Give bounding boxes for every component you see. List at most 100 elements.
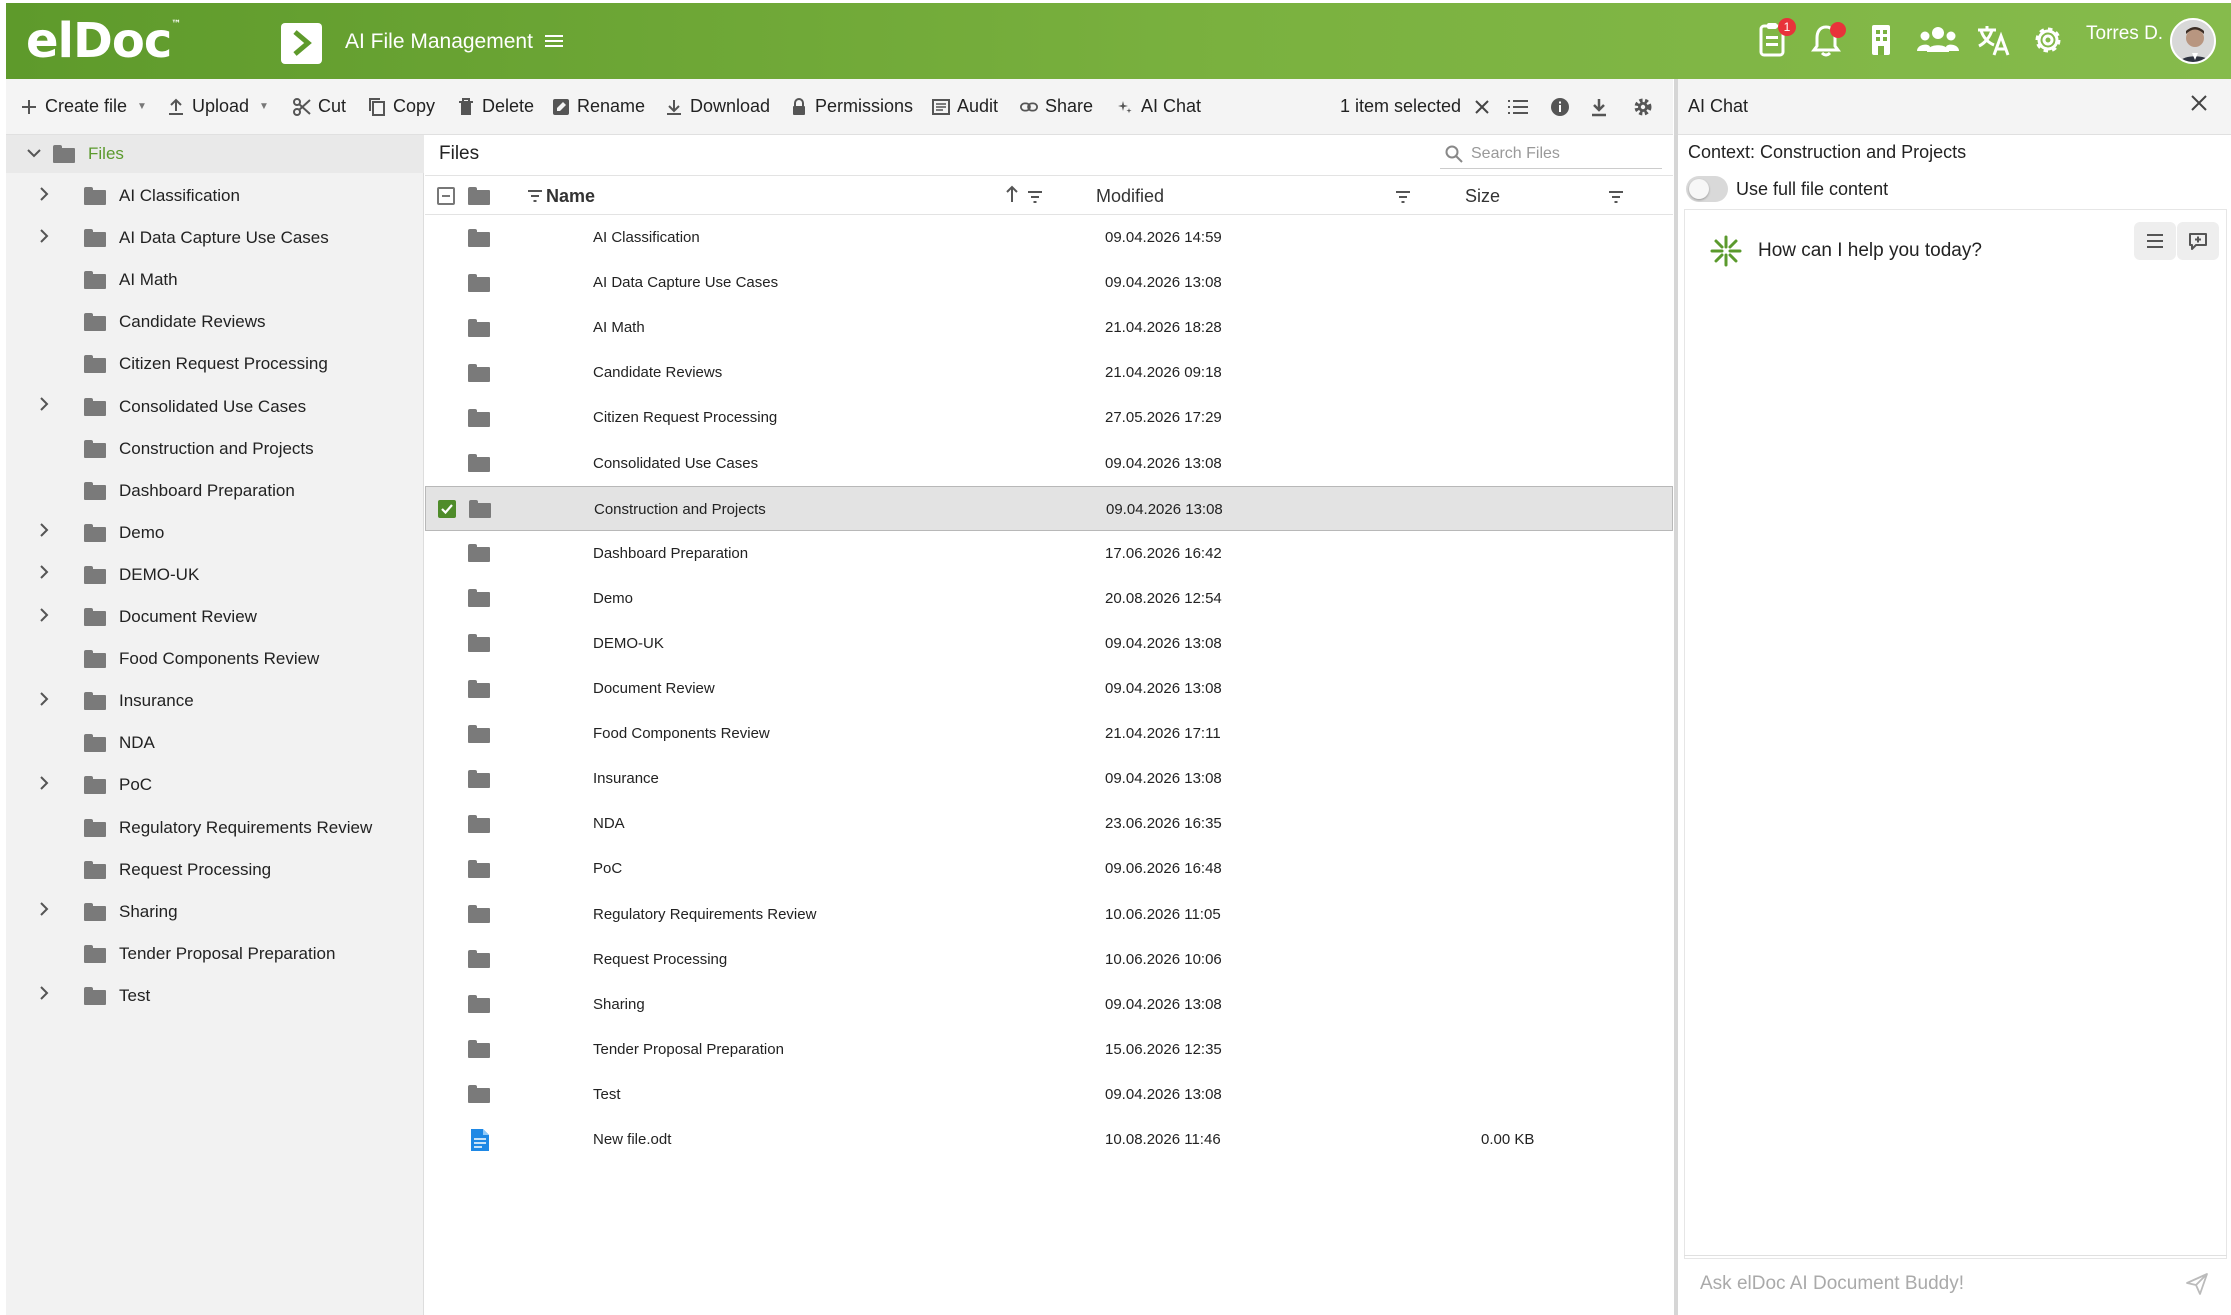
tree-item[interactable]: Dashboard Preparation [6, 470, 424, 512]
chevron-down-icon[interactable] [24, 145, 44, 163]
new-chat-button[interactable] [2177, 222, 2219, 260]
tree-item[interactable]: Request Processing [6, 849, 424, 891]
table-row[interactable]: Construction and Projects 09.04.2026 13:0… [425, 485, 1673, 532]
table-row[interactable]: Regulatory Requirements Review 10.06.2026… [425, 892, 1673, 937]
organization-button[interactable] [1863, 21, 1901, 59]
file-name[interactable]: Document Review [593, 666, 715, 711]
file-name[interactable]: Tender Proposal Preparation [593, 1027, 784, 1072]
table-row[interactable]: Sharing 09.04.2026 13:08 [425, 982, 1673, 1027]
tree-item[interactable]: Regulatory Requirements Review [6, 807, 424, 849]
type-column-header[interactable] [468, 176, 490, 216]
table-row[interactable]: AI Classification 09.04.2026 14:59 [425, 215, 1673, 260]
settings-button[interactable] [2030, 21, 2068, 59]
size-column-header[interactable]: Size [1465, 176, 1500, 216]
table-row[interactable]: Food Components Review 21.04.2026 17:11 [425, 711, 1673, 756]
tree-item[interactable]: Food Components Review [6, 638, 424, 680]
ai-chat-button[interactable]: AI Chat [1116, 79, 1201, 134]
file-name[interactable]: Dashboard Preparation [593, 531, 748, 576]
file-name[interactable]: Sharing [593, 982, 645, 1027]
table-row[interactable]: Dashboard Preparation 17.06.2026 16:42 [425, 531, 1673, 576]
chat-history-button[interactable] [2134, 222, 2176, 260]
clear-selection-button[interactable] [1474, 79, 1490, 134]
name-column-header[interactable]: Name [528, 176, 595, 216]
file-name[interactable]: Food Components Review [593, 711, 770, 756]
file-name[interactable]: AI Data Capture Use Cases [593, 260, 778, 305]
table-row[interactable]: Citizen Request Processing 27.05.2026 17:… [425, 395, 1673, 440]
tree-item[interactable]: Citizen Request Processing [6, 343, 424, 385]
download-button[interactable]: Download [665, 79, 770, 134]
tree-item[interactable]: Construction and Projects [6, 428, 424, 470]
tasks-button[interactable]: 1 [1754, 18, 1796, 59]
notifications-button[interactable] [1808, 21, 1846, 59]
chat-message-input[interactable]: Ask elDoc AI Document Buddy! [1684, 1255, 2227, 1311]
tree-item[interactable]: Insurance [6, 680, 424, 722]
language-button[interactable] [1975, 21, 2013, 59]
modified-column-header[interactable]: Modified [1096, 176, 1164, 216]
tree-root-files[interactable]: Files [6, 135, 424, 173]
table-row[interactable]: Insurance 09.04.2026 13:08 [425, 756, 1673, 801]
chevron-right-icon[interactable] [34, 186, 54, 206]
chevron-right-icon[interactable] [34, 565, 54, 584]
full-content-toggle[interactable] [1686, 176, 1728, 202]
file-name[interactable]: Candidate Reviews [593, 350, 722, 395]
chevron-right-icon[interactable] [34, 902, 54, 921]
avatar[interactable] [2170, 18, 2216, 64]
name-filter-icon[interactable] [1027, 188, 1043, 204]
search-input[interactable]: Search Files [1440, 139, 1662, 169]
user-name[interactable]: Torres D. [2086, 23, 2163, 45]
send-icon[interactable] [2185, 1272, 2209, 1296]
tree-item[interactable]: NDA [6, 722, 424, 764]
table-row[interactable]: Demo 20.08.2026 12:54 [425, 576, 1673, 621]
file-name[interactable]: Request Processing [593, 937, 727, 982]
file-name[interactable]: NDA [593, 801, 625, 846]
tree-item[interactable]: Test [6, 975, 424, 1017]
audit-button[interactable]: Audit [932, 79, 998, 134]
tree-item[interactable]: Candidate Reviews [6, 301, 424, 343]
file-name[interactable]: Citizen Request Processing [593, 395, 777, 440]
rename-button[interactable]: Rename [552, 79, 645, 134]
app-title[interactable]: AI File Management [345, 30, 563, 54]
select-all-checkbox[interactable] [437, 176, 455, 216]
share-button[interactable]: Share [1020, 79, 1093, 134]
copy-button[interactable]: Copy [368, 79, 435, 134]
file-name[interactable]: Construction and Projects [594, 487, 766, 532]
chevron-right-icon[interactable] [34, 986, 54, 1005]
table-row[interactable]: Consolidated Use Cases 09.04.2026 13:08 [425, 441, 1673, 486]
tree-item[interactable]: Consolidated Use Cases [6, 386, 424, 428]
file-name[interactable]: AI Math [593, 305, 645, 350]
file-name[interactable]: AI Classification [593, 215, 700, 260]
chevron-right-icon[interactable] [34, 691, 54, 711]
table-row[interactable]: DEMO-UK 09.04.2026 13:08 [425, 621, 1673, 666]
app-logo[interactable]: elDoc™ [26, 13, 181, 69]
table-row[interactable]: Test 09.04.2026 13:08 [425, 1072, 1673, 1117]
view-settings-button[interactable] [1633, 79, 1653, 134]
list-view-button[interactable] [1508, 79, 1528, 134]
tree-item[interactable]: Sharing [6, 891, 424, 933]
close-chat-button[interactable] [2189, 93, 2213, 117]
tree-item[interactable]: Demo [6, 512, 424, 554]
permissions-button[interactable]: Permissions [790, 79, 913, 134]
create-file-button[interactable]: Create file ▼ [20, 79, 147, 134]
bulk-download-button[interactable] [1590, 79, 1608, 134]
table-row[interactable]: Document Review 09.04.2026 13:08 [425, 666, 1673, 711]
table-row[interactable]: PoC 09.06.2026 16:48 [425, 846, 1673, 891]
tree-item[interactable]: PoC [6, 764, 424, 806]
row-checkbox[interactable] [438, 487, 456, 532]
size-filter-icon[interactable] [1608, 188, 1624, 204]
file-name[interactable]: DEMO-UK [593, 621, 664, 666]
file-name[interactable]: Consolidated Use Cases [593, 441, 758, 486]
file-name[interactable]: New file.odt [593, 1117, 671, 1162]
file-name[interactable]: PoC [593, 846, 622, 891]
chevron-right-icon[interactable] [34, 228, 54, 248]
file-name[interactable]: Insurance [593, 756, 659, 801]
file-name[interactable]: Demo [593, 576, 633, 621]
upload-button[interactable]: Upload ▼ [167, 79, 269, 134]
sort-ascending-icon[interactable] [1005, 185, 1021, 202]
tree-item[interactable]: AI Math [6, 259, 424, 301]
table-row[interactable]: New file.odt 10.08.2026 11:46 0.00 KB [425, 1117, 1673, 1162]
table-row[interactable]: Candidate Reviews 21.04.2026 09:18 [425, 350, 1673, 395]
tree-item[interactable]: Document Review [6, 596, 424, 638]
chevron-right-icon[interactable] [34, 397, 54, 416]
table-row[interactable]: Request Processing 10.06.2026 10:06 [425, 937, 1673, 982]
table-row[interactable]: Tender Proposal Preparation 15.06.2026 12… [425, 1027, 1673, 1072]
